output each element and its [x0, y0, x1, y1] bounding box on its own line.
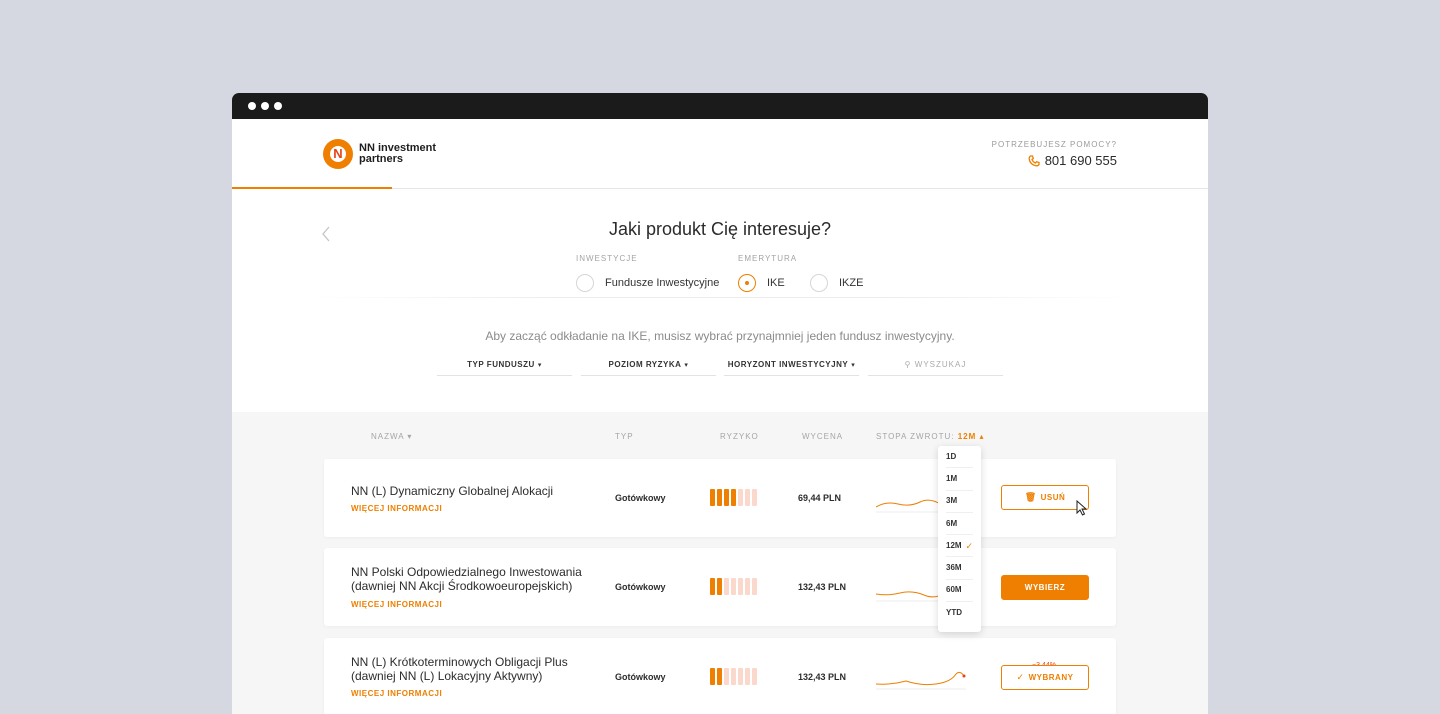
risk-segment: [731, 668, 736, 685]
info-text: Aby zacząć odkładanie na IKE, musisz wyb…: [485, 329, 955, 343]
fund-name: NN Polski Odpowiedzialnego Inwestowania …: [351, 565, 582, 593]
browser-window: N NN investment partners POTRZEBUJESZ PO…: [232, 93, 1208, 714]
risk-segment: [710, 489, 715, 506]
period-option-1m[interactable]: 1M: [946, 468, 973, 491]
risk-segment: [752, 489, 757, 506]
brand-name: NN investment partners: [359, 142, 437, 165]
return-period-toggle[interactable]: 12M ▴: [958, 432, 985, 441]
risk-indicator: [710, 489, 759, 506]
chevron-down-icon: ▾: [537, 362, 542, 369]
help-label: POTRZEBUJESZ POMOCY?: [991, 140, 1117, 149]
fund-type: Gotówkowy: [615, 672, 666, 682]
period-dropdown: 1D 1M 3M 6M 12M ✓ 36M 60M YTD: [938, 446, 981, 632]
risk-segment: [745, 668, 750, 685]
filter-fund-type[interactable]: TYP FUNDUSZU ▾: [437, 356, 572, 376]
risk-segment: [752, 668, 757, 685]
help-contact: POTRZEBUJESZ POMOCY? 801 690 555: [992, 140, 1117, 168]
column-header-return[interactable]: STOPA ZWROTU: 12M ▴: [876, 432, 985, 441]
risk-segment: [724, 668, 729, 685]
radio-ike[interactable]: IKE: [738, 274, 785, 292]
fund-row: NN (L) Krótkoterminowych Obligacji Plus …: [324, 638, 1116, 714]
period-option-3m[interactable]: 3M: [946, 491, 973, 513]
risk-segment: [731, 578, 736, 595]
radio-ikze[interactable]: IKZE: [810, 274, 863, 292]
risk-segment: [738, 578, 743, 595]
radio-fundusze[interactable]: Fundusze Inwestycyjne: [576, 274, 719, 292]
risk-segment: [745, 578, 750, 595]
period-option-1d[interactable]: 1D: [946, 446, 973, 469]
brand-logo[interactable]: N NN investment partners: [323, 139, 436, 169]
more-info-link[interactable]: WIĘCEJ INFORMACJI: [351, 504, 442, 513]
column-header-risk: RYZYKO: [720, 432, 759, 441]
fund-list: NAZWA ▾ TYP RYZYKO WYCENA STOPA ZWROTU: …: [232, 412, 1208, 714]
risk-segment: [752, 578, 757, 595]
period-option-ytd[interactable]: YTD: [946, 602, 973, 624]
risk-segment: [717, 578, 722, 595]
select-button[interactable]: WYBIERZ: [1001, 575, 1089, 600]
risk-segment: [710, 578, 715, 595]
window-titlebar: [232, 93, 1208, 119]
group-label-pension: EMERYTURA: [738, 254, 798, 263]
risk-segment: [738, 668, 743, 685]
check-icon: ✓: [1016, 672, 1025, 682]
chevron-down-icon: ▾: [684, 362, 689, 369]
window-dot-icon: [248, 102, 256, 110]
radio-circle: [738, 274, 756, 292]
risk-segment: [745, 489, 750, 506]
fund-name: NN (L) Krótkoterminowych Obligacji Plus …: [351, 655, 568, 683]
fund-type: Gotówkowy: [615, 493, 666, 503]
fund-row: NN (L) Dynamiczny Globalnej Alokacji WIĘ…: [324, 459, 1116, 537]
phone-icon: [1028, 154, 1040, 166]
period-option-6m[interactable]: 6M: [946, 513, 973, 536]
risk-segment: [717, 668, 722, 685]
fund-price: 69,44 PLN: [798, 493, 842, 503]
radio-circle: [576, 274, 594, 292]
risk-indicator: [710, 668, 759, 685]
selected-button[interactable]: ✓ WYBRANY: [1001, 665, 1089, 690]
group-label-investments: INWESTYCJE: [576, 254, 638, 263]
radio-circle: [810, 274, 828, 292]
chevron-down-icon: ▾: [851, 362, 856, 369]
search-icon: ⚲: [904, 360, 912, 369]
risk-segment: [724, 578, 729, 595]
more-info-link[interactable]: WIĘCEJ INFORMACJI: [351, 600, 442, 609]
fund-name: NN (L) Dynamiczny Globalnej Alokacji: [351, 484, 554, 498]
nn-logo-icon: N: [323, 139, 353, 169]
risk-indicator: [710, 578, 759, 595]
mouse-cursor-icon: [1076, 500, 1088, 516]
window-dot-icon: [274, 102, 282, 110]
fund-row: NN Polski Odpowiedzialnego Inwestowania …: [324, 548, 1116, 626]
product-selector: Jaki produkt Cię interesuje? INWESTYCJE …: [232, 189, 1208, 412]
fund-price: 132,43 PLN: [798, 672, 847, 682]
phone-number: 801 690 555: [1044, 153, 1117, 168]
help-phone-link[interactable]: 801 690 555: [992, 153, 1117, 168]
trash-icon: 🗑: [1024, 492, 1037, 502]
period-option-12m[interactable]: 12M ✓: [946, 535, 973, 558]
page-title: Jaki produkt Cię interesuje?: [608, 219, 832, 239]
filter-investment-horizon[interactable]: HORYZONT INWESTYCYJNY ▾: [724, 356, 859, 376]
divider: [312, 297, 1128, 298]
risk-segment: [724, 489, 729, 506]
column-header-name[interactable]: NAZWA ▾: [371, 432, 412, 441]
search-input[interactable]: ⚲ WYSZUKAJ: [868, 356, 1003, 376]
filter-risk-level[interactable]: POZIOM RYZYKA ▾: [581, 356, 716, 376]
risk-segment: [738, 489, 743, 506]
site-header: N NN investment partners POTRZEBUJESZ PO…: [232, 119, 1208, 189]
check-icon: ✓: [965, 540, 973, 551]
risk-segment: [710, 668, 715, 685]
column-header-type: TYP: [615, 432, 634, 441]
fund-price: 132,43 PLN: [798, 582, 847, 592]
risk-segment: [717, 489, 722, 506]
period-option-36m[interactable]: 36M: [946, 557, 973, 580]
period-option-60m[interactable]: 60M: [946, 580, 973, 603]
risk-segment: [731, 489, 736, 506]
sparkline: [876, 671, 966, 690]
fund-type: Gotówkowy: [615, 582, 666, 592]
column-header-price: WYCENA: [802, 432, 844, 441]
window-dot-icon: [261, 102, 269, 110]
more-info-link[interactable]: WIĘCEJ INFORMACJI: [351, 689, 442, 698]
